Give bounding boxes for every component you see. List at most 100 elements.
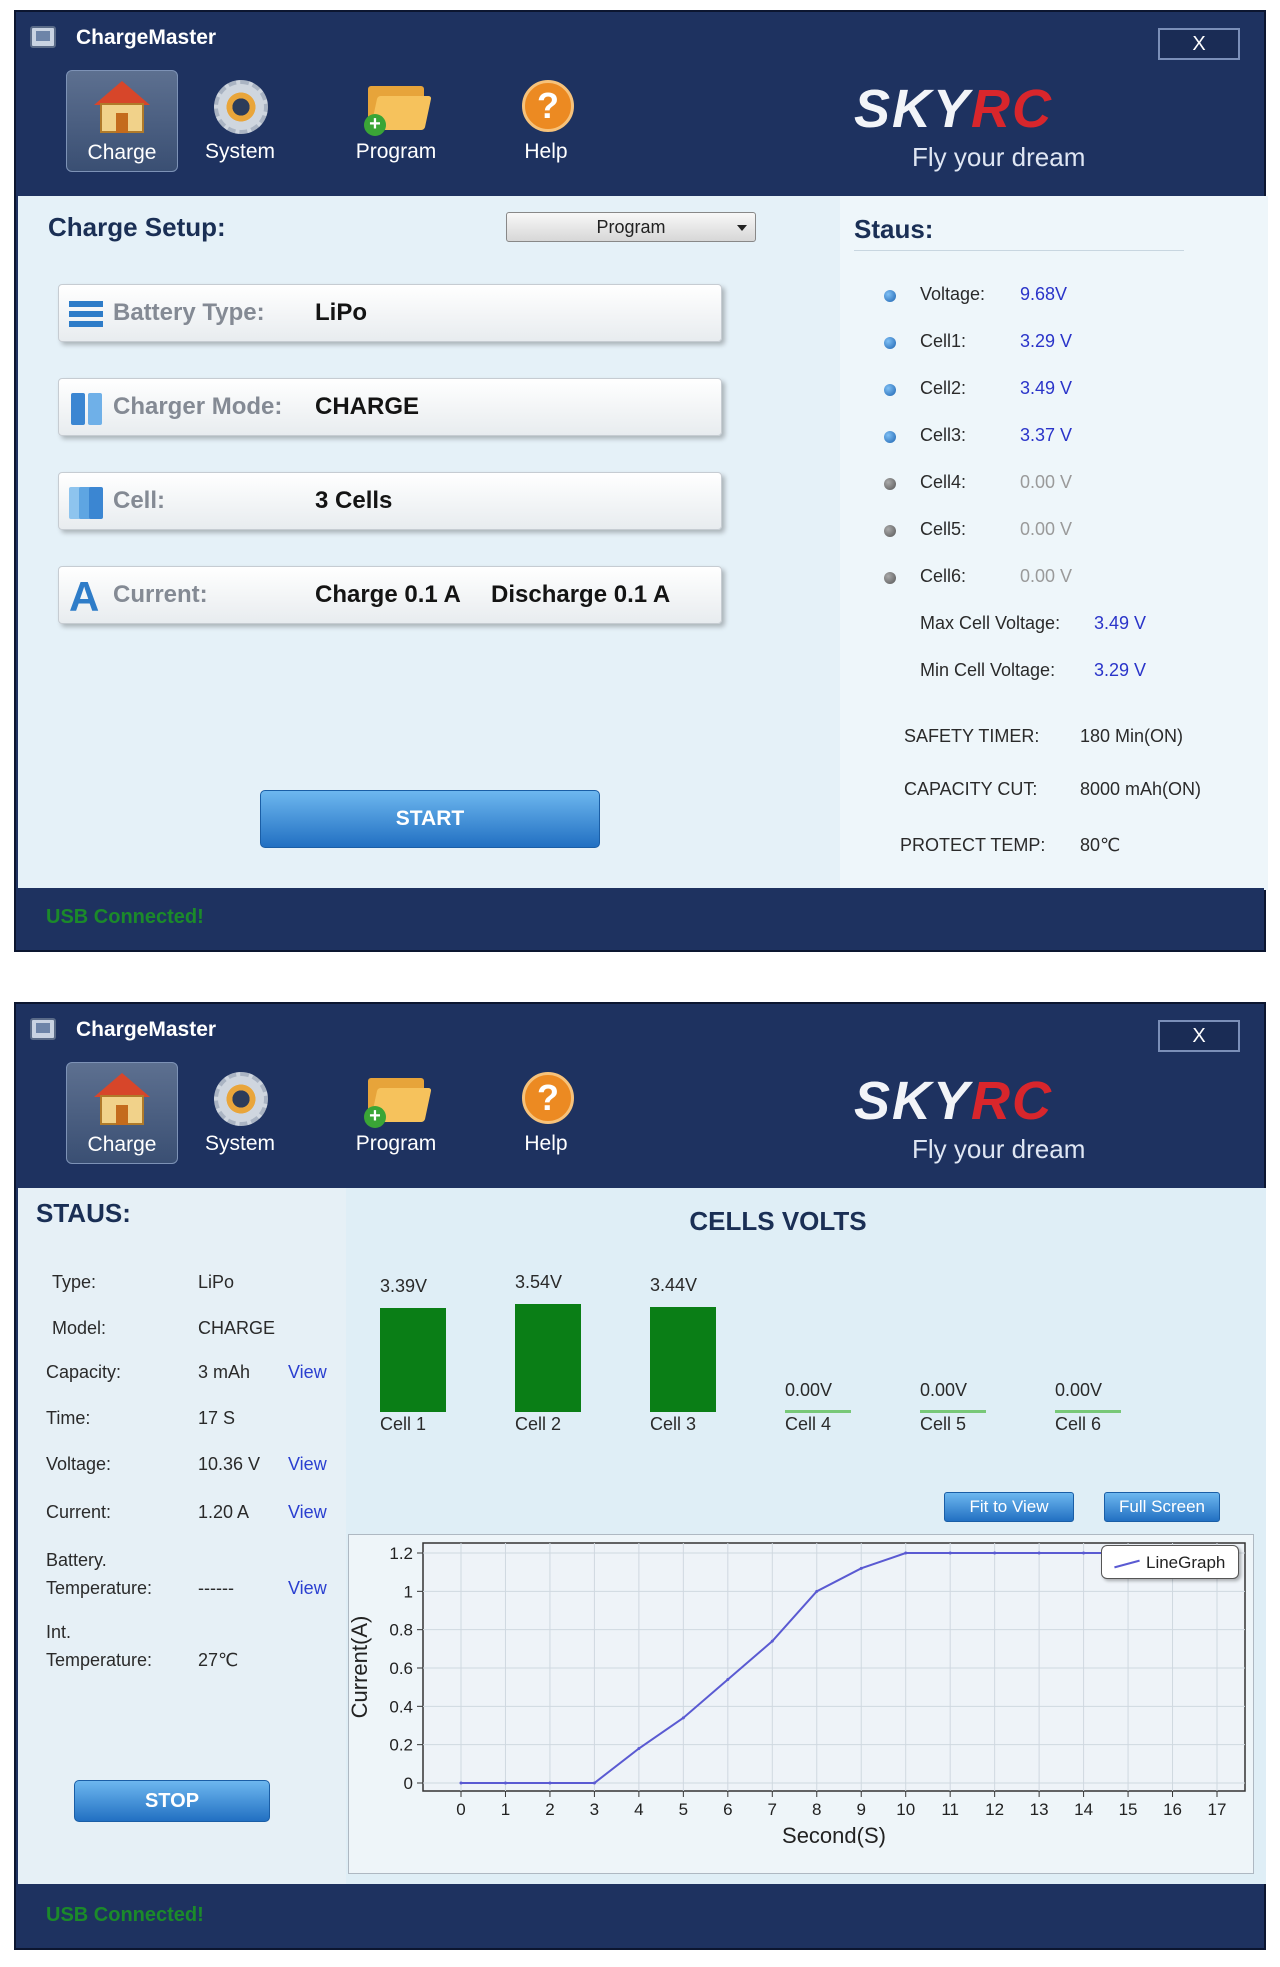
voltage-label: Voltage: — [920, 284, 986, 304]
cell6-label: Cell6: — [920, 566, 967, 586]
series-point — [592, 1781, 596, 1785]
full-screen-button[interactable]: Full Screen — [1104, 1492, 1220, 1522]
program-dropdown[interactable]: Program — [506, 212, 756, 242]
stop-button[interactable]: STOP — [74, 1780, 270, 1822]
chart-canvas: 0 1 2 3 4 5 6 7 8 9 10 11 12 13 14 15 16 1700.20.40.60.81… — [349, 1542, 1246, 1848]
cells-volts-panel: CELLS VOLTS 3.39V Cell 1 3.54V Cell 2 3.44V C… — [346, 1188, 1266, 1884]
int-temperature-label-line2: Temperature: — [46, 1650, 153, 1670]
x-tick-label: 3 — [590, 1800, 599, 1819]
x-tick-label: 1 — [501, 1800, 510, 1819]
system-tab[interactable]: System — [184, 1062, 296, 1164]
charge-tab[interactable]: Charge — [66, 70, 178, 172]
model-label: Model: — [52, 1318, 107, 1338]
cell-name-label: Cell 4 — [785, 1414, 832, 1434]
safety-timer-value: 180 Min(ON) — [1080, 726, 1184, 746]
cell-voltage-label: 0.00V — [920, 1380, 968, 1400]
cell-bar — [515, 1304, 581, 1412]
time-label: Time: — [46, 1408, 91, 1428]
x-tick-label: 5 — [679, 1800, 688, 1819]
x-tick-label: 10 — [896, 1800, 915, 1819]
status-indicator-icon — [884, 572, 896, 584]
help-tab[interactable]: ? Help — [490, 70, 602, 172]
house-icon — [90, 79, 154, 137]
cell3-label: Cell3: — [920, 425, 967, 445]
list-icon — [69, 297, 103, 331]
x-tick-label: 16 — [1163, 1800, 1182, 1819]
cell-name-label: Cell 2 — [515, 1414, 562, 1434]
status-title: Staus: — [854, 214, 934, 244]
battery-temperature-view-link[interactable]: View — [288, 1574, 327, 1602]
type-label: Type: — [52, 1272, 97, 1292]
cell1-value: 3.29 V — [1020, 331, 1073, 351]
battery-type-value: LiPo — [315, 299, 367, 326]
help-tab[interactable]: ? Help — [490, 1062, 602, 1164]
usb-status-text: USB Connected! — [46, 906, 204, 928]
legend-swatch — [1114, 1559, 1140, 1569]
capacity-view-link[interactable]: View — [288, 1358, 327, 1386]
start-button[interactable]: START — [260, 790, 600, 848]
current-line-chart: 0 1 2 3 4 5 6 7 8 9 10 11 12 13 14 15 16 17 0 0.2 0.4 0.6 0.8 1… — [348, 1534, 1254, 1874]
app-icon — [30, 1018, 56, 1040]
fit-to-view-button[interactable]: Fit to View — [944, 1492, 1074, 1522]
y-tick-label: 0.4 — [389, 1697, 413, 1716]
cell-bar-baseline — [920, 1410, 986, 1413]
charger-mode-label: Charger Mode: — [113, 393, 283, 420]
help-icon: ? — [514, 78, 578, 136]
cell6-value: 0.00 V — [1020, 566, 1073, 586]
program-tab-label: Program — [355, 140, 437, 163]
status-bar: USB Connected! — [16, 888, 1264, 950]
charger-mode-value: CHARGE — [315, 393, 420, 420]
cell-voltage-label: 3.54V — [515, 1272, 563, 1292]
cell-voltage-label: 0.00V — [785, 1380, 833, 1400]
program-tab[interactable]: + Program — [340, 1062, 452, 1164]
int-temperature-label-line1: Int. — [46, 1622, 72, 1642]
battery-type-label: Battery Type: — [113, 299, 265, 326]
status-divider — [854, 250, 1184, 251]
battery-temperature-label-line2: Temperature: — [46, 1578, 153, 1598]
program-tab-label: Program — [355, 1132, 437, 1155]
series-point — [681, 1716, 685, 1720]
charger-mode-row[interactable]: Charger Mode: CHARGE — [58, 378, 722, 436]
status-indicator-icon — [884, 478, 896, 490]
current-view-link[interactable]: View — [288, 1498, 327, 1526]
y-tick-label: 0.6 — [389, 1659, 413, 1678]
series-point — [1037, 1551, 1041, 1555]
cell-bar — [380, 1308, 446, 1412]
current-row[interactable]: A Current: Charge 0.1 A Discharge 0.1 A — [58, 566, 722, 624]
battery-type-row[interactable]: Battery Type: LiPo — [58, 284, 722, 342]
series-point — [770, 1639, 774, 1643]
system-tab[interactable]: System — [184, 70, 296, 172]
safety-timer-label: SAFETY TIMER: — [904, 726, 1040, 746]
charge-tab-label: Charge — [87, 141, 157, 164]
help-icon: ? — [514, 1070, 578, 1128]
cell-row[interactable]: Cell: 3 Cells — [58, 472, 722, 530]
series-point — [815, 1589, 819, 1593]
series-point — [459, 1781, 463, 1785]
current-label: Current: — [113, 581, 208, 608]
cell-value: 3 Cells — [315, 487, 393, 514]
y-tick-label: 1.2 — [389, 1544, 413, 1563]
help-tab-label: Help — [524, 1132, 568, 1155]
cell-name-label: Cell 6 — [1055, 1414, 1102, 1434]
charge-tab[interactable]: Charge — [66, 1062, 178, 1164]
folder-add-icon: + — [364, 78, 432, 136]
protect-temp-value: 80℃ — [1080, 835, 1121, 855]
client-area: STAUS: Type: LiPo Model: CHARGE Capacity… — [18, 1188, 1266, 1884]
max-cell-voltage-value: 3.49 V — [1094, 613, 1147, 633]
min-cell-voltage-value: 3.29 V — [1094, 660, 1147, 680]
cell-name-label: Cell 5 — [920, 1414, 967, 1434]
status-indicator-icon — [884, 290, 896, 302]
voltage-view-link[interactable]: View — [288, 1450, 327, 1478]
program-tab[interactable]: + Program — [340, 70, 452, 172]
cell-voltage-label: 3.44V — [650, 1275, 698, 1295]
client-area: Charge Setup: Program Battery Type: LiPo… — [18, 196, 1268, 890]
y-axis-title: Current(A) — [349, 1616, 372, 1719]
x-tick-label: 8 — [812, 1800, 821, 1819]
voltage-value: 10.36 V — [198, 1454, 261, 1474]
protect-temp-label: PROTECT TEMP: — [900, 835, 1046, 855]
cell1-label: Cell1: — [920, 331, 967, 351]
skyrc-logo: SKYRC Fly your dream — [840, 1070, 1140, 1170]
current-icon: A — [69, 573, 100, 620]
legend-label: LineGraph — [1146, 1553, 1226, 1572]
cell-voltage-label: 3.39V — [380, 1276, 428, 1296]
